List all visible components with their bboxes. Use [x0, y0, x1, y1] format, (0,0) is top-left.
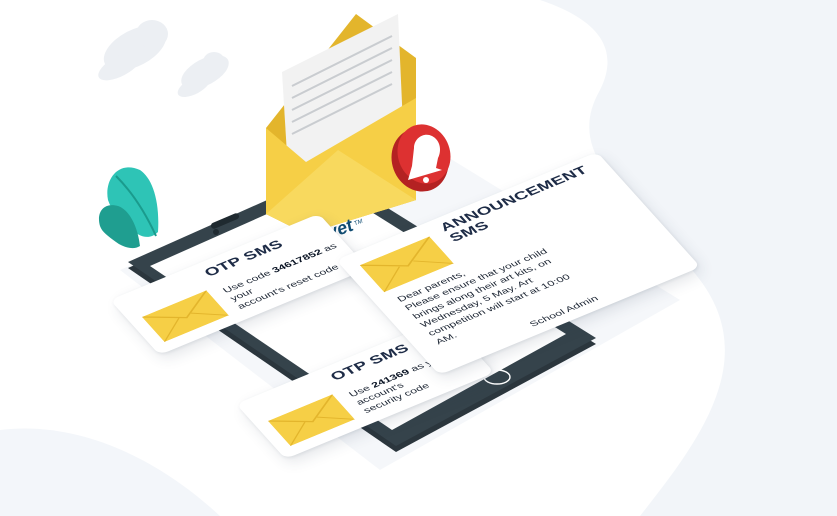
plant-leaves-icon: [98, 167, 159, 249]
illustration-scene: ▮▮ 4G Rivet TM OTP SMS Use code 34617852…: [0, 0, 837, 516]
background-blob-bottom: [0, 428, 220, 516]
cloud-icon: [98, 20, 168, 81]
envelope-icon: [266, 14, 416, 234]
cloud-icon: [177, 52, 229, 98]
brand-trademark: TM: [353, 218, 364, 227]
